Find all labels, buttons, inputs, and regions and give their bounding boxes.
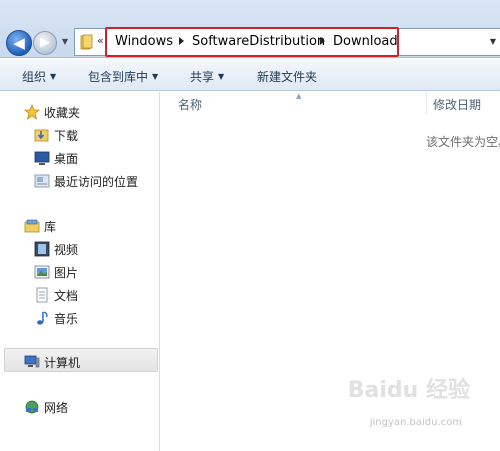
address-field[interactable]: « Windows SoftwareDistribution Download …	[74, 27, 500, 57]
library-icon	[24, 219, 40, 233]
new-folder-button[interactable]: 新建文件夹	[257, 68, 317, 85]
command-bar: 组织 ▼ 包含到库中 ▼ 共享 ▼ 新建文件夹	[0, 59, 500, 91]
include-in-library-button[interactable]: 包含到库中 ▼	[88, 68, 158, 85]
recent-places-icon	[34, 174, 50, 188]
folder-icon	[80, 34, 93, 50]
music-note-icon	[37, 311, 48, 325]
address-bar-area: ◀ ▶ ▼ « Windows SoftwareDistribution Dow…	[0, 0, 500, 58]
downloads-folder-icon	[34, 129, 49, 142]
picture-icon	[34, 265, 50, 279]
column-divider[interactable]	[426, 92, 427, 114]
forward-arrow-icon: ▶	[40, 35, 50, 50]
star-icon	[24, 104, 40, 120]
chevron-down-icon: ▼	[50, 72, 57, 81]
breadcrumb-separator-icon[interactable]	[179, 37, 184, 45]
sort-arrow-icon: ▲	[296, 92, 302, 100]
network-icon	[25, 400, 39, 414]
document-icon	[36, 287, 48, 303]
watermark-logo: Baidu 经验	[347, 378, 470, 403]
video-icon	[34, 241, 50, 257]
file-list: ▲ 名称 修改日期 该文件夹为空。 Baidu 经验 jingyan.baidu…	[161, 92, 500, 451]
navigation-pane: 收藏夹 下载 桌面 最近访问的位置 库 视频 图片 文档 音乐 计算机 网络	[0, 92, 160, 451]
breadcrumb-separator-icon[interactable]	[320, 37, 325, 45]
desktop-icon	[34, 151, 50, 165]
breadcrumb-windows[interactable]: Windows	[115, 34, 173, 49]
column-header-name[interactable]: 名称	[178, 96, 202, 113]
watermark-url: jingyan.baidu.com	[369, 417, 462, 428]
recent-pages-dropdown[interactable]: ▼	[59, 35, 71, 49]
computer-icon	[24, 355, 40, 368]
share-button[interactable]: 共享 ▼	[190, 68, 224, 85]
organize-button[interactable]: 组织 ▼	[22, 68, 56, 85]
breadcrumb-download[interactable]: Download	[333, 34, 398, 49]
chevron-down-icon: ▼	[152, 72, 159, 81]
column-header-date-modified[interactable]: 修改日期	[433, 96, 481, 113]
breadcrumb-softwaredistribution[interactable]: SoftwareDistribution	[192, 34, 325, 49]
back-button[interactable]: ◀	[6, 30, 32, 56]
overflow-chevron[interactable]: «	[97, 34, 104, 47]
address-dropdown-icon[interactable]: ▼	[486, 29, 500, 55]
chevron-down-icon: ▼	[218, 72, 225, 81]
empty-folder-message: 该文件夹为空。	[426, 135, 500, 149]
back-arrow-icon: ◀	[13, 34, 25, 52]
forward-button[interactable]: ▶	[33, 31, 57, 55]
